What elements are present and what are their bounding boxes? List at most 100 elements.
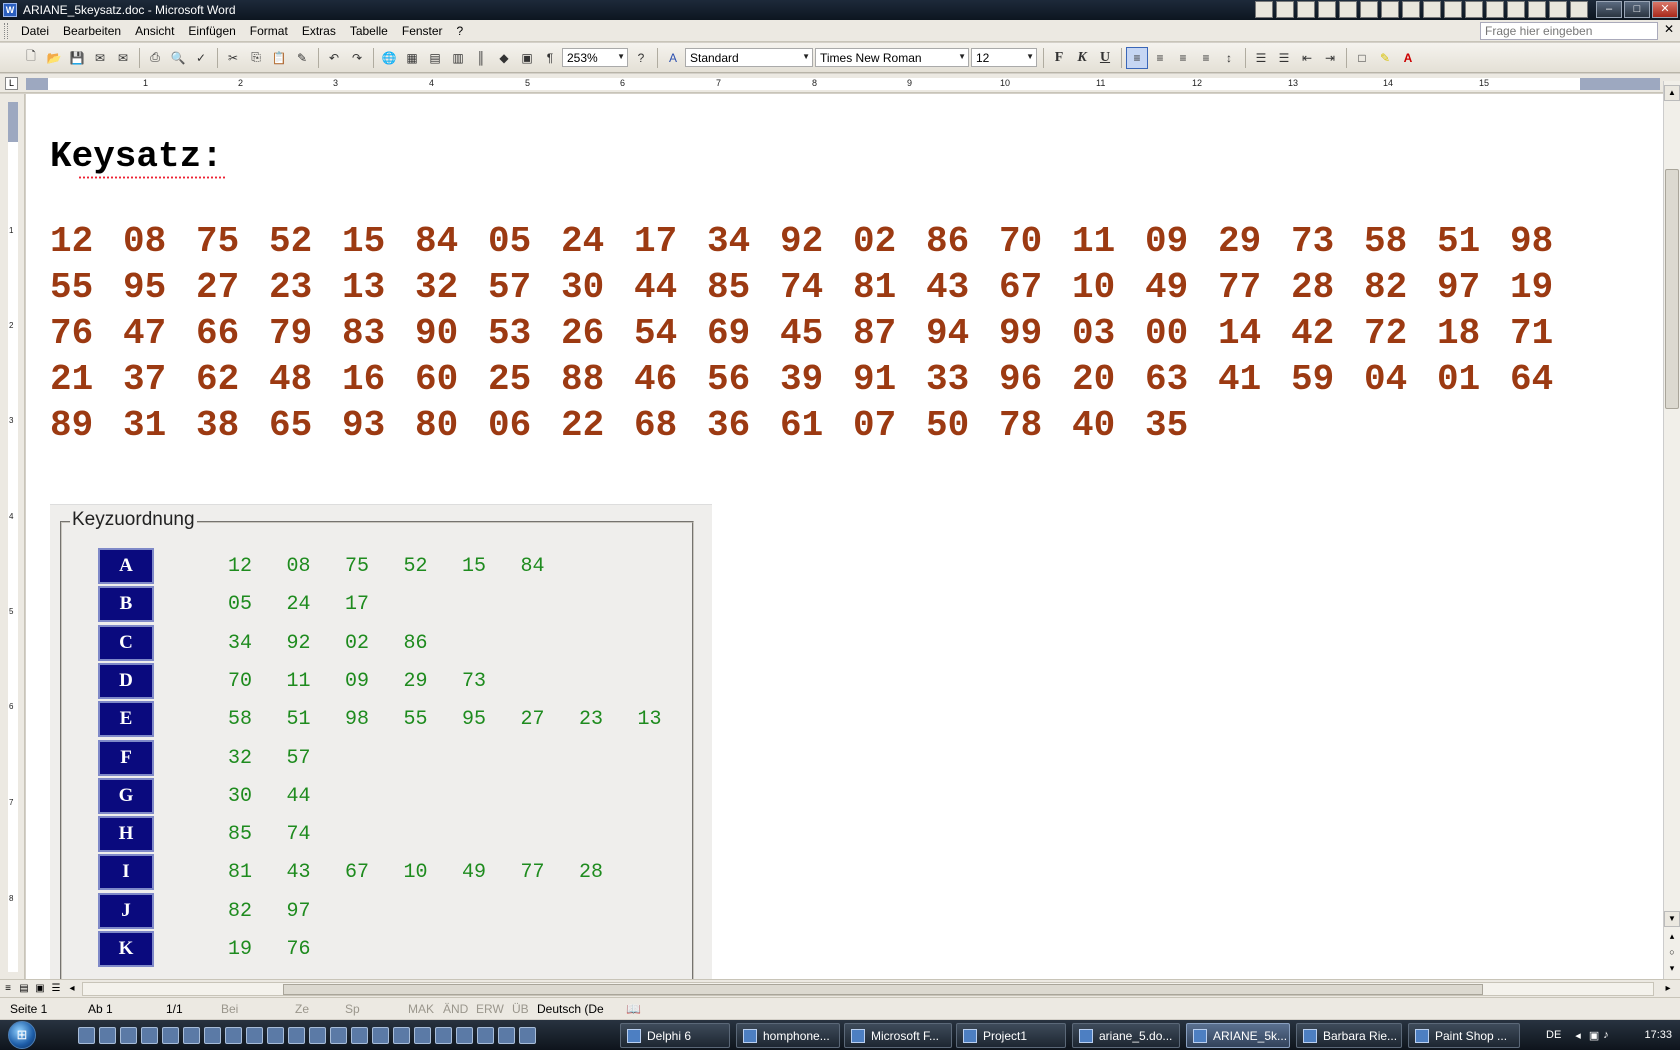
network-icon[interactable]: ▣ bbox=[1589, 1029, 1599, 1042]
print-layout-icon[interactable]: ▣ bbox=[32, 983, 48, 994]
shortcut-icon[interactable] bbox=[1423, 1, 1441, 18]
previous-page-icon[interactable]: ▴ bbox=[1664, 931, 1680, 945]
word-icon[interactable]: W bbox=[3, 3, 17, 17]
shortcut-icon[interactable] bbox=[1276, 1, 1294, 18]
quick-launch-icon[interactable] bbox=[162, 1027, 179, 1044]
volume-icon[interactable]: ♪ bbox=[1603, 1029, 1609, 1041]
borders-icon[interactable]: □ bbox=[1351, 47, 1373, 69]
horizontal-scroll-track[interactable] bbox=[82, 982, 1654, 996]
shortcut-icon[interactable] bbox=[1339, 1, 1357, 18]
quick-launch-icon[interactable] bbox=[435, 1027, 452, 1044]
shortcut-icon[interactable] bbox=[1486, 1, 1504, 18]
undo-icon[interactable]: ↶ bbox=[323, 47, 345, 69]
scroll-right-icon[interactable]: ▸ bbox=[1660, 983, 1676, 994]
normal-view-icon[interactable]: ≡ bbox=[0, 983, 16, 994]
shortcut-icon[interactable] bbox=[1528, 1, 1546, 18]
quick-launch-icon[interactable] bbox=[351, 1027, 368, 1044]
styles-formatting-icon[interactable]: A bbox=[662, 47, 684, 69]
shortcut-icon[interactable] bbox=[1444, 1, 1462, 18]
insert-excel-icon[interactable]: ▥ bbox=[447, 47, 469, 69]
scroll-thumb[interactable] bbox=[1665, 169, 1679, 409]
quick-launch-icon[interactable] bbox=[204, 1027, 221, 1044]
tray-expand-icon[interactable]: ◂ bbox=[1575, 1029, 1581, 1042]
web-layout-icon[interactable]: ▤ bbox=[16, 983, 32, 994]
quick-launch-icon[interactable] bbox=[267, 1027, 284, 1044]
open-icon[interactable]: 📂 bbox=[43, 47, 65, 69]
spelling-status-icon[interactable]: 📖 bbox=[626, 1002, 641, 1016]
underline-button[interactable]: U bbox=[1094, 47, 1116, 69]
shortcut-icon[interactable] bbox=[1507, 1, 1525, 18]
menu-fenster[interactable]: Fenster bbox=[395, 24, 450, 38]
status-erw[interactable]: ERW bbox=[476, 1002, 504, 1016]
menu-bearbeiten[interactable]: Bearbeiten bbox=[56, 24, 128, 38]
print-preview-icon[interactable]: 🔍 bbox=[167, 47, 189, 69]
status-mak[interactable]: MAK bbox=[408, 1002, 434, 1016]
taskbar-button[interactable]: ariane_5.do... bbox=[1072, 1023, 1180, 1048]
shortcut-icon[interactable] bbox=[1318, 1, 1336, 18]
horizontal-scroll-thumb[interactable] bbox=[283, 984, 1483, 995]
justify-icon[interactable]: ≡ bbox=[1195, 47, 1217, 69]
drawing-icon[interactable]: ◆ bbox=[493, 47, 515, 69]
scroll-down-icon[interactable]: ▼ bbox=[1664, 911, 1680, 927]
email-icon[interactable]: ✉ bbox=[112, 47, 134, 69]
show-formatting-icon[interactable]: ¶ bbox=[539, 47, 561, 69]
clock[interactable]: 17:33 bbox=[1644, 1029, 1672, 1041]
shortcut-icon[interactable] bbox=[1381, 1, 1399, 18]
scroll-up-icon[interactable]: ▲ bbox=[1664, 85, 1680, 101]
taskbar-button[interactable]: Barbara Rie... bbox=[1296, 1023, 1402, 1048]
quick-launch-icon[interactable] bbox=[477, 1027, 494, 1044]
new-document-icon[interactable]: 🗋 bbox=[20, 47, 42, 69]
horizontal-ruler[interactable]: L 1 2 3 4 5 6 7 8 9 10 11 12 13 14 15 bbox=[0, 74, 1680, 93]
font-select[interactable]: Times New Roman ▼ bbox=[815, 48, 969, 67]
quick-launch-icon[interactable] bbox=[246, 1027, 263, 1044]
paste-icon[interactable]: 📋 bbox=[268, 47, 290, 69]
print-icon[interactable]: ⎙ bbox=[144, 47, 166, 69]
bold-button[interactable]: F bbox=[1048, 47, 1070, 69]
status-and[interactable]: ÄND bbox=[443, 1002, 468, 1016]
hyperlink-icon[interactable]: 🌐 bbox=[378, 47, 400, 69]
shortcut-icon[interactable] bbox=[1297, 1, 1315, 18]
browse-object-icon[interactable]: ○ bbox=[1664, 947, 1680, 961]
highlight-icon[interactable]: ✎ bbox=[1374, 47, 1396, 69]
numbering-icon[interactable]: ☰ bbox=[1250, 47, 1272, 69]
menu-extras[interactable]: Extras bbox=[295, 24, 343, 38]
menu-format[interactable]: Format bbox=[243, 24, 295, 38]
quick-launch-icon[interactable] bbox=[225, 1027, 242, 1044]
taskbar-button[interactable]: Paint Shop ... bbox=[1408, 1023, 1520, 1048]
columns-icon[interactable]: ║ bbox=[470, 47, 492, 69]
quick-launch-icon[interactable] bbox=[519, 1027, 536, 1044]
align-left-icon[interactable]: ≡ bbox=[1126, 46, 1148, 69]
shortcut-icon[interactable] bbox=[1255, 1, 1273, 18]
font-size-select[interactable]: 12 ▼ bbox=[971, 48, 1037, 67]
outline-view-icon[interactable]: ☰ bbox=[48, 983, 64, 994]
font-color-icon[interactable]: A bbox=[1397, 47, 1419, 69]
status-language[interactable]: Deutsch (De bbox=[537, 1002, 604, 1016]
shortcut-icon[interactable] bbox=[1570, 1, 1588, 18]
shortcut-icon[interactable] bbox=[1402, 1, 1420, 18]
taskbar-button[interactable]: homphone... bbox=[736, 1023, 840, 1048]
quick-launch-icon[interactable] bbox=[372, 1027, 389, 1044]
menu-datei[interactable]: Datei bbox=[14, 24, 56, 38]
quick-launch-icon[interactable] bbox=[393, 1027, 410, 1044]
vertical-scrollbar[interactable]: ▲ ▼ ▴ ○ ▾ bbox=[1663, 81, 1680, 979]
quick-launch-icon[interactable] bbox=[120, 1027, 137, 1044]
next-page-icon[interactable]: ▾ bbox=[1664, 963, 1680, 977]
shortcut-icon[interactable] bbox=[1465, 1, 1483, 18]
quick-launch-icon[interactable] bbox=[183, 1027, 200, 1044]
vertical-ruler[interactable]: 1 2 3 4 5 6 7 8 bbox=[0, 94, 25, 979]
quick-launch-icon[interactable] bbox=[498, 1027, 515, 1044]
taskbar-button[interactable]: Delphi 6 bbox=[620, 1023, 730, 1048]
keyzuordnung-image[interactable]: Keyzuordnung A 12 08 75 52 15 84 B 05 24 17 C 34 92 02… bbox=[50, 504, 712, 979]
help-search-input[interactable]: Frage hier eingeben bbox=[1480, 22, 1658, 40]
tab-selector-icon[interactable]: L bbox=[5, 77, 18, 90]
shortcut-icon[interactable] bbox=[1549, 1, 1567, 18]
menu-tabelle[interactable]: Tabelle bbox=[343, 24, 395, 38]
quick-launch-icon[interactable] bbox=[78, 1027, 95, 1044]
italic-button[interactable]: K bbox=[1071, 47, 1093, 69]
align-right-icon[interactable]: ≡ bbox=[1172, 47, 1194, 69]
quick-launch-icon[interactable] bbox=[288, 1027, 305, 1044]
menu-ansicht[interactable]: Ansicht bbox=[128, 24, 181, 38]
quick-launch-icon[interactable] bbox=[330, 1027, 347, 1044]
cut-icon[interactable]: ✂ bbox=[222, 47, 244, 69]
redo-icon[interactable]: ↷ bbox=[346, 47, 368, 69]
